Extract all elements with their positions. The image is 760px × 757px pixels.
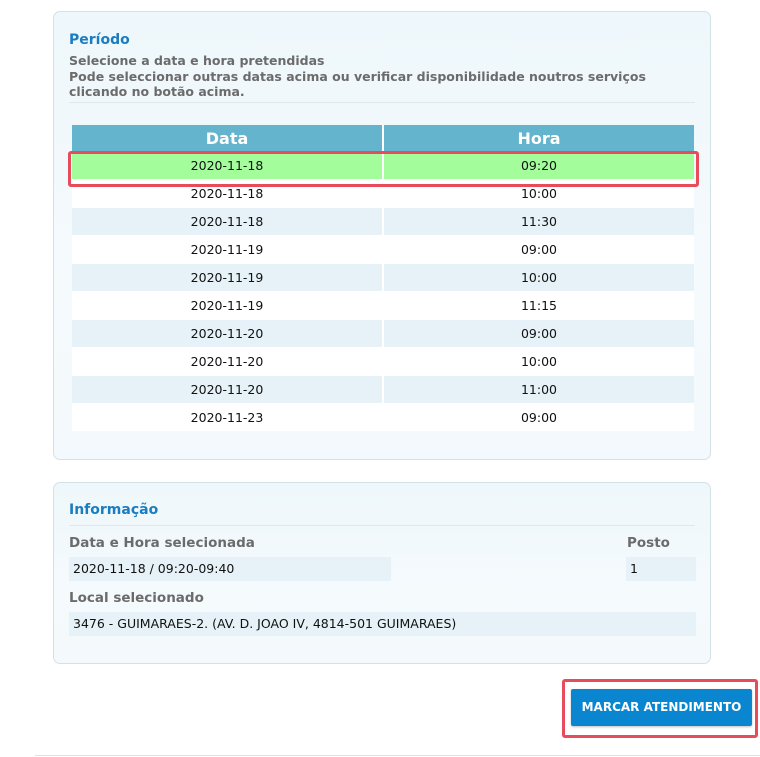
column-header-hora: Hora [383,125,694,152]
slot-date: 2020-11-23 [72,403,384,431]
slot-row[interactable]: 2020-11-23 09:00 [72,403,694,431]
slot-date: 2020-11-19 [72,291,384,320]
periodo-title: Período [69,32,130,48]
data-hora-label: Data e Hora selecionada [69,535,255,551]
data-hora-value: 2020-11-18 / 09:20-09:40 [69,557,391,581]
slot-row[interactable]: 2020-11-20 10:00 [72,347,694,376]
slot-date: 2020-11-20 [72,347,384,376]
slot-row[interactable]: 2020-11-20 09:00 [72,319,694,348]
slot-time: 11:15 [383,291,694,320]
informacao-title: Informação [69,502,159,518]
slot-date: 2020-11-19 [72,263,384,292]
slot-time: 11:00 [383,375,694,404]
periodo-divider [69,102,695,103]
informacao-divider [69,525,695,526]
marcar-atendimento-button[interactable]: MARCAR ATENDIMENTO [571,689,752,726]
slot-time: 10:00 [383,347,694,376]
slot-date: 2020-11-20 [72,319,384,348]
periodo-hint: Pode seleccionar outras datas acima ou v… [69,69,646,99]
local-value: 3476 - GUIMARAES-2. (AV. D. JOAO IV, 481… [69,612,696,636]
slot-time: 10:00 [383,263,694,292]
slots-header-row: Data Hora [72,125,694,152]
slot-row[interactable]: 2020-11-20 11:00 [72,375,694,404]
slot-date: 2020-11-18 [72,207,384,236]
periodo-instruction: Selecione a data e hora pretendidas [69,53,325,68]
bottom-divider [35,755,760,756]
slot-row[interactable]: 2020-11-19 11:15 [72,291,694,320]
column-header-data: Data [72,125,384,152]
slot-time: 09:00 [383,403,694,431]
slot-row[interactable]: 2020-11-19 09:00 [72,235,694,264]
local-label: Local selecionado [69,590,204,606]
slot-row[interactable]: 2020-11-18 11:30 [72,207,694,236]
selected-row-highlight [68,151,699,187]
periodo-panel: Período Selecione a data e hora pretendi… [53,11,711,460]
slot-time: 09:00 [383,319,694,348]
slot-time: 09:00 [383,235,694,264]
slot-time: 11:30 [383,207,694,236]
informacao-panel: Informação Data e Hora selecionada Posto… [53,482,711,664]
slot-row[interactable]: 2020-11-19 10:00 [72,263,694,292]
posto-value: 1 [626,557,696,581]
posto-label: Posto [627,535,670,551]
slot-date: 2020-11-20 [72,375,384,404]
slot-date: 2020-11-19 [72,235,384,264]
